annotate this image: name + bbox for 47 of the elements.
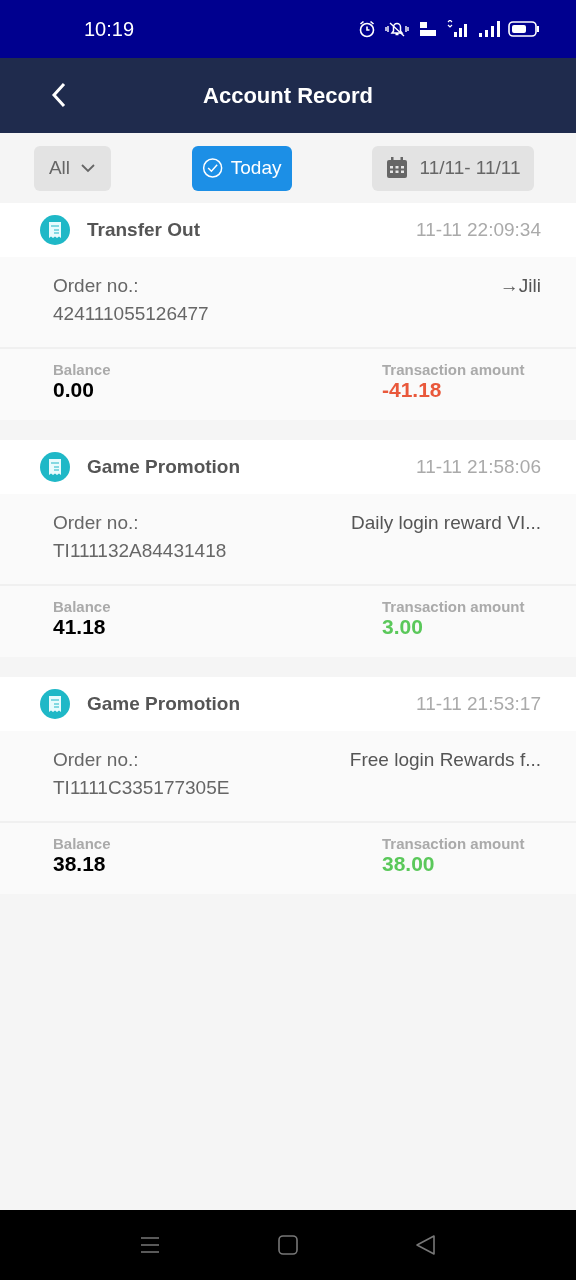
balance-label: Balance <box>53 598 111 615</box>
order-number: TI1111C335177305E <box>53 777 230 799</box>
transaction-amount: 38.00 <box>382 852 436 876</box>
amount-label: Transaction amount <box>382 835 526 852</box>
menu-icon[interactable] <box>140 1235 160 1255</box>
record-time: 11-11 22:09:34 <box>416 219 541 241</box>
record-note: →Jili <box>499 275 541 298</box>
record-note: Daily login reward VI... <box>350 512 541 535</box>
order-label: Order no.: <box>53 512 140 534</box>
date-range-button[interactable]: 11/11- 11/11 <box>372 145 534 191</box>
status-time: 10:19 <box>84 17 135 41</box>
alarm-icon <box>358 20 376 38</box>
record-time: 11-11 21:53:17 <box>416 693 541 715</box>
record-type: Transfer Out <box>87 219 201 241</box>
record-type: Game Promotion <box>87 456 242 478</box>
today-toggle[interactable]: Today <box>191 145 292 191</box>
signal-4g-icon <box>446 20 470 38</box>
amount-label: Transaction amount <box>382 361 526 378</box>
record-time: 11-11 21:58:06 <box>416 456 541 478</box>
signal-icon <box>478 20 500 38</box>
chevron-down-icon <box>80 163 97 173</box>
balance-value: 38.18 <box>53 852 107 876</box>
order-label: Order no.: <box>53 749 140 771</box>
check-circle-icon <box>201 155 223 181</box>
order-number: 424111055126477 <box>53 303 209 325</box>
order-number: TI111132A84431418 <box>53 540 227 562</box>
back-icon[interactable] <box>416 1235 436 1255</box>
receipt-icon <box>39 688 71 720</box>
amount-label: Transaction amount <box>382 598 526 615</box>
type-dropdown[interactable]: All <box>34 145 111 191</box>
transaction-amount: -41.18 <box>382 378 443 402</box>
record-type: Game Promotion <box>87 693 242 715</box>
muted-bell-icon <box>384 20 410 38</box>
home-icon[interactable] <box>278 1235 298 1255</box>
calendar-icon <box>385 156 410 180</box>
page-title: Account Record <box>203 82 373 109</box>
back-button[interactable] <box>50 81 68 109</box>
balance-value: 41.18 <box>53 615 107 639</box>
receipt-icon <box>39 451 71 483</box>
transaction-amount: 3.00 <box>382 615 424 639</box>
balance-label: Balance <box>53 835 111 852</box>
balance-label: Balance <box>53 361 111 378</box>
order-label: Order no.: <box>53 275 140 297</box>
balance-value: 0.00 <box>53 378 95 402</box>
battery-icon <box>508 20 540 38</box>
record-note: Free login Rewards f... <box>349 749 541 772</box>
receipt-icon <box>39 214 71 246</box>
